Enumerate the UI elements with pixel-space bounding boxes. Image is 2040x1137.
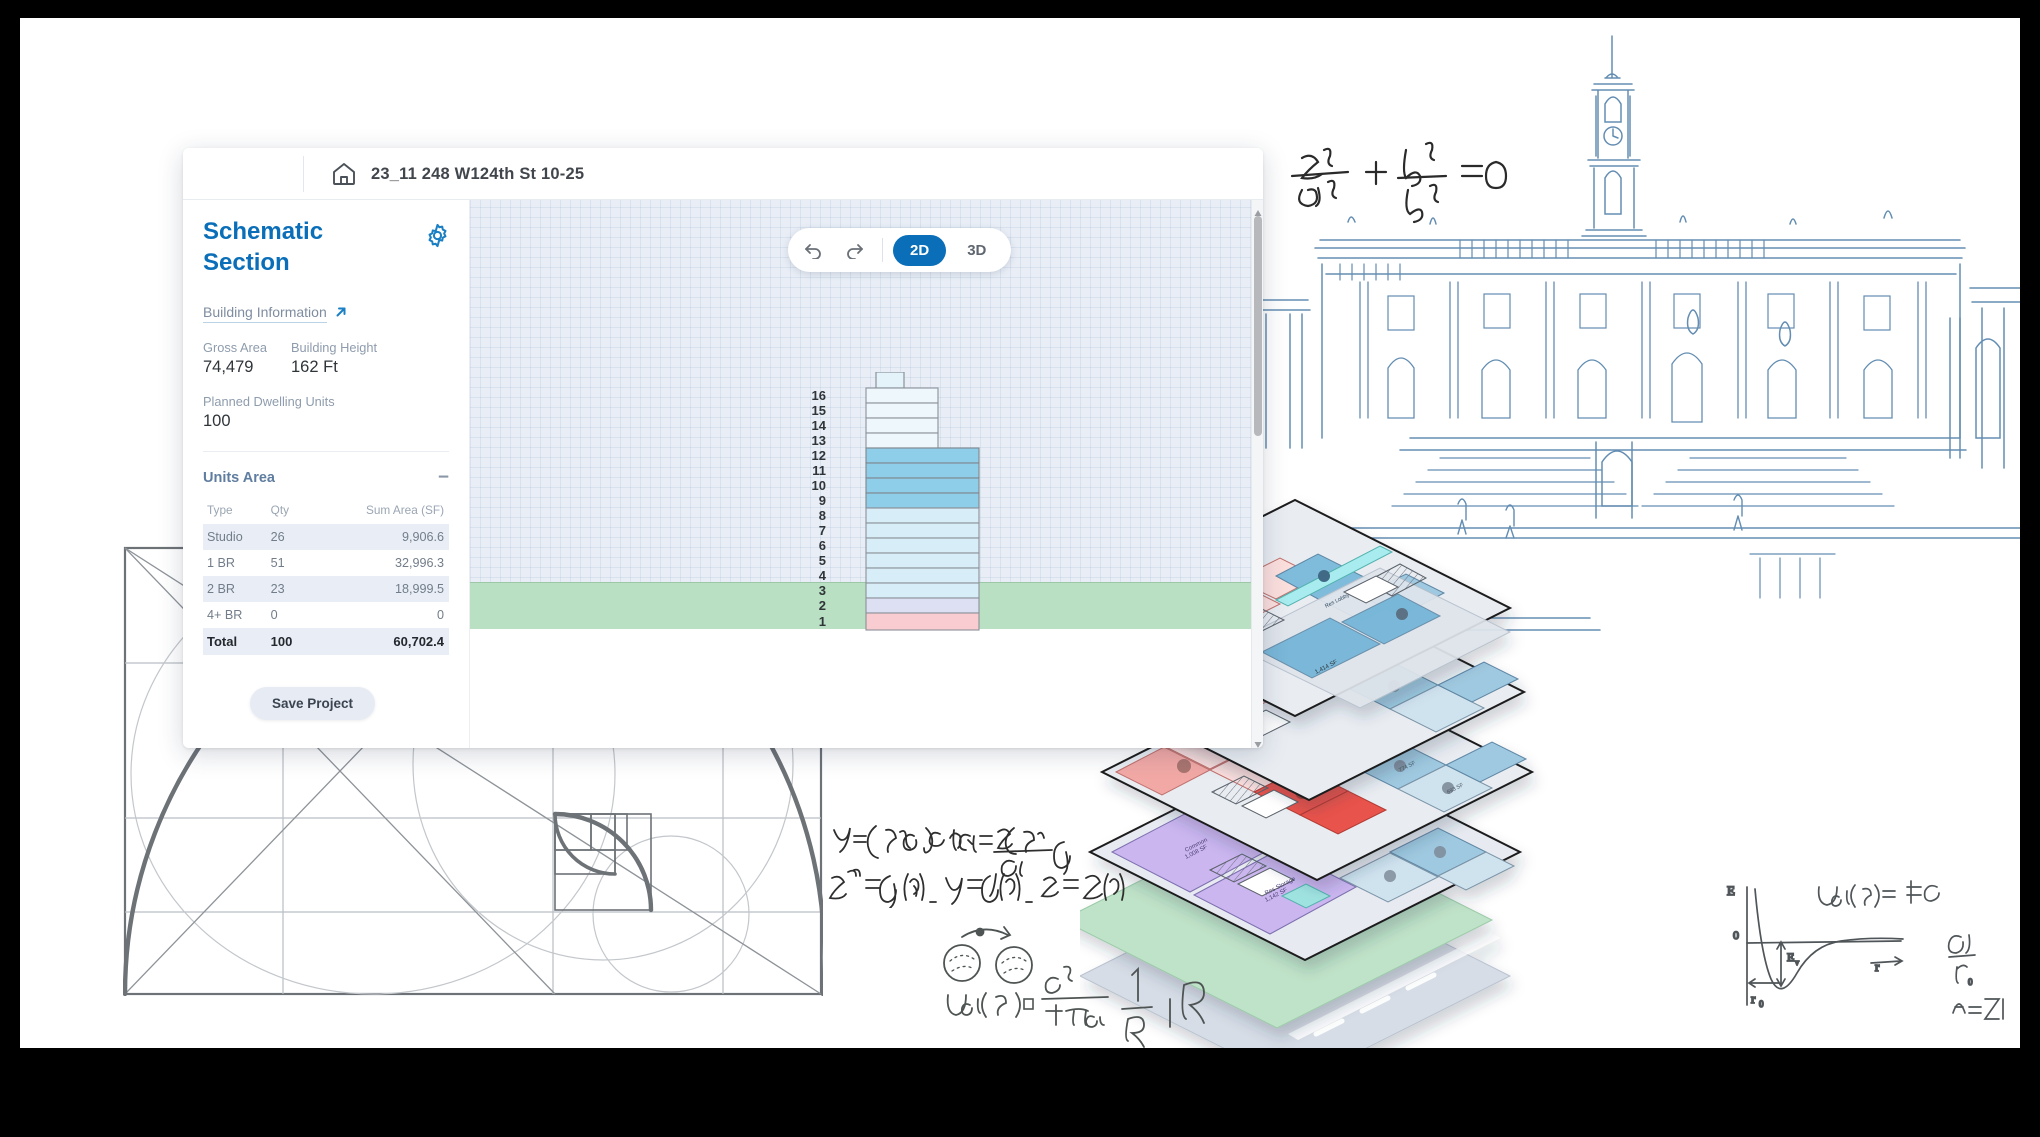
svg-text:0: 0 xyxy=(1968,977,1973,987)
home-icon[interactable] xyxy=(331,162,357,191)
floor-label: 13 xyxy=(811,433,826,448)
stat-gross-area: Gross Area 74,479 xyxy=(203,340,291,377)
floor-label: 14 xyxy=(811,418,826,433)
topbar-divider xyxy=(303,156,304,192)
floor-label: 12 xyxy=(811,448,826,463)
building-section-diagram: 16 15 14 13 12 11 10 9 8 7 6 5 4 3 2 1 xyxy=(812,371,1008,637)
cell-total-qty: 100 xyxy=(270,628,308,655)
table-header-row: Type Qty Sum Area (SF) xyxy=(203,499,449,524)
cell-type: 4+ BR xyxy=(207,608,243,622)
table-row[interactable]: 1 BR 51 32,996.3 xyxy=(203,550,449,576)
floor-label: 11 xyxy=(812,463,826,478)
app-body: Schematic Section Building Information G… xyxy=(183,200,1263,748)
cell-qty: 0 xyxy=(270,608,278,622)
stats-row-primary: Gross Area 74,479 Building Height 162 Ft xyxy=(203,340,449,377)
units-area-accordion-header[interactable]: Units Area − xyxy=(203,468,449,487)
table-row-total: Total 100 60,702.4 xyxy=(203,628,449,655)
column-header-sum-area: Sum Area (SF) xyxy=(365,503,444,517)
svg-text:v: v xyxy=(1795,958,1799,967)
cell-sum-area: 32,996.3 xyxy=(394,556,444,570)
cell-type: Studio xyxy=(203,524,271,550)
cell-type: 2 BR xyxy=(203,576,271,602)
cell-total-label: Total xyxy=(203,628,271,655)
floor-label: 10 xyxy=(811,478,826,493)
floor-label: 3 xyxy=(818,583,826,598)
floor-label: 6 xyxy=(818,538,826,553)
arrow-up-right-icon xyxy=(334,305,348,322)
toolbar-divider xyxy=(882,238,883,262)
column-header-type: Type xyxy=(207,503,233,517)
floor-label: 4 xyxy=(818,568,826,583)
handwriting-potential-graph: E 0 E v r 0 r 0 xyxy=(1725,873,2005,1028)
stat-label: Planned Dwelling Units xyxy=(203,394,335,409)
column-header-qty: Qty xyxy=(270,503,289,517)
cell-total-sum-area: 60,702.4 xyxy=(307,628,449,655)
canvas-scrollbar[interactable] xyxy=(1251,200,1263,748)
svg-text:0: 0 xyxy=(1733,928,1739,942)
redo-icon[interactable] xyxy=(836,234,872,266)
save-project-button[interactable]: Save Project xyxy=(250,687,376,720)
floor-label: 2 xyxy=(818,598,826,613)
floor-label: 5 xyxy=(818,553,826,568)
view-mode-2d-button[interactable]: 2D xyxy=(893,234,947,266)
minus-icon[interactable]: − xyxy=(438,468,449,487)
undo-icon[interactable] xyxy=(796,234,832,266)
gear-icon[interactable] xyxy=(424,222,451,254)
scroll-up-arrow-icon[interactable] xyxy=(1254,204,1262,216)
svg-text:r: r xyxy=(1875,959,1880,974)
building-information-label: Building Information xyxy=(203,304,327,323)
below-ground-area xyxy=(470,629,1263,748)
floor-label: 9 xyxy=(818,493,826,508)
document-title: 23_11 248 W124th St 10-25 xyxy=(371,164,585,183)
floor-label: 16 xyxy=(811,388,826,403)
stat-planned-dwelling-units: Planned Dwelling Units 100 xyxy=(203,394,335,431)
page-title: Schematic Section xyxy=(203,218,324,276)
svg-text:E: E xyxy=(1727,883,1735,898)
stat-building-height: Building Height 162 Ft xyxy=(291,340,377,377)
panel-divider xyxy=(203,451,449,452)
units-area-label: Units Area xyxy=(203,469,275,486)
scrollbar-thumb[interactable] xyxy=(1254,216,1262,436)
screenshot-stage: Common 1,008 SF Res Storage 1,142 SF 774… xyxy=(0,0,2040,1137)
app-topbar: 23_11 248 W124th St 10-25 xyxy=(183,148,1263,200)
svg-text:E: E xyxy=(1787,950,1794,964)
cell-type: 1 BR xyxy=(207,556,235,570)
cell-qty: 26 xyxy=(270,524,308,550)
view-mode-3d-button[interactable]: 3D xyxy=(950,235,1003,266)
units-area-table: Type Qty Sum Area (SF) Studio 26 9,906.6 xyxy=(203,499,449,655)
floor-label: 1 xyxy=(818,614,826,629)
table-row[interactable]: 4+ BR 0 0 xyxy=(203,602,449,628)
svg-text:r: r xyxy=(1751,991,1756,1006)
stat-value: 162 Ft xyxy=(291,358,338,376)
floor-label: 15 xyxy=(811,403,826,418)
left-panel: Schematic Section Building Information G… xyxy=(183,200,470,748)
cell-sum-area: 9,906.6 xyxy=(307,524,449,550)
handwriting-formula-ellipse xyxy=(1280,128,1510,238)
stat-value: 74,479 xyxy=(203,358,254,376)
stat-label: Building Height xyxy=(291,340,378,355)
page-canvas: Common 1,008 SF Res Storage 1,142 SF 774… xyxy=(20,18,2020,1048)
cell-qty: 23 xyxy=(270,576,308,602)
building-information-link[interactable]: Building Information xyxy=(203,304,449,323)
stat-value: 100 xyxy=(203,412,231,430)
floor-label: 7 xyxy=(818,523,826,538)
table-row[interactable]: 2 BR 23 18,999.5 xyxy=(203,576,449,602)
stats-row-secondary: Planned Dwelling Units 100 xyxy=(203,394,449,431)
view-toolbar: 2D 3D xyxy=(788,228,1012,272)
stat-label: Gross Area xyxy=(203,340,268,355)
cell-qty: 51 xyxy=(270,556,285,570)
cell-sum-area: 18,999.5 xyxy=(307,576,449,602)
scroll-down-arrow-icon[interactable] xyxy=(1254,736,1262,748)
section-canvas[interactable]: 2D 3D 16 15 14 13 12 11 10 9 8 7 6 5 4 3… xyxy=(470,200,1263,748)
floor-label: 8 xyxy=(818,508,826,523)
cell-sum-area: 0 xyxy=(436,608,444,622)
application-window: 23_11 248 W124th St 10-25 Schematic Sect… xyxy=(183,148,1263,748)
svg-text:0: 0 xyxy=(1759,999,1764,1009)
table-row[interactable]: Studio 26 9,906.6 xyxy=(203,524,449,550)
